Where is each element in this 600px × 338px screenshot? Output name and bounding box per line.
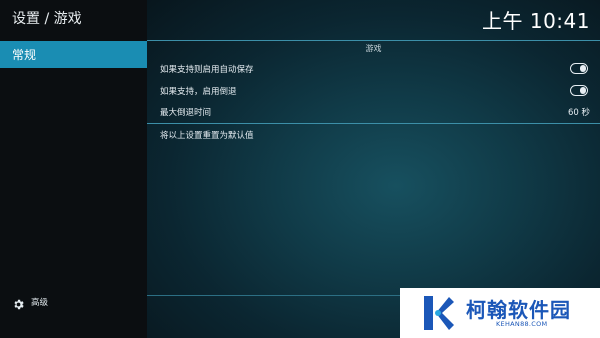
clock: 上午 10:41: [482, 9, 590, 33]
gear-icon: [12, 296, 25, 309]
setting-rewind[interactable]: 如果支持，启用倒退: [160, 85, 590, 99]
setting-label: 如果支持，启用倒退: [160, 87, 237, 97]
rewind-toggle[interactable]: [570, 85, 588, 96]
divider: [147, 123, 600, 124]
sidebar-item-advanced[interactable]: 高级: [12, 294, 48, 310]
sidebar: 设置 / 游戏 常规 高级: [0, 0, 147, 338]
reset-defaults-button[interactable]: 将以上设置重置为默认值: [160, 129, 590, 143]
toggle-knob: [579, 87, 586, 94]
reset-label: 将以上设置重置为默认值: [160, 131, 254, 141]
divider: [147, 40, 600, 41]
page-title: 设置 / 游戏: [12, 11, 82, 27]
sidebar-item-general[interactable]: 常规: [0, 41, 147, 68]
sidebar-item-label: 常规: [12, 48, 37, 62]
watermark-domain: KEHAN88.COM: [496, 320, 548, 328]
setting-label: 最大倒退时间: [160, 108, 212, 118]
autosave-toggle[interactable]: [570, 63, 588, 74]
sidebar-footer-label: 高级: [31, 298, 49, 308]
setting-autosave[interactable]: 如果支持则启用自动保存: [160, 63, 590, 77]
watermark-name: 柯翰软件园: [466, 298, 571, 322]
section-title: 游戏: [365, 44, 382, 53]
toggle-knob: [579, 65, 586, 72]
setting-max-rewind-time[interactable]: 最大倒退时间 60 秒: [160, 106, 590, 120]
kehan-logo-icon: [424, 296, 454, 330]
setting-label: 如果支持则启用自动保存: [160, 65, 254, 75]
watermark: 柯翰软件园 KEHAN88.COM: [400, 288, 600, 338]
setting-value: 60 秒: [567, 108, 590, 118]
